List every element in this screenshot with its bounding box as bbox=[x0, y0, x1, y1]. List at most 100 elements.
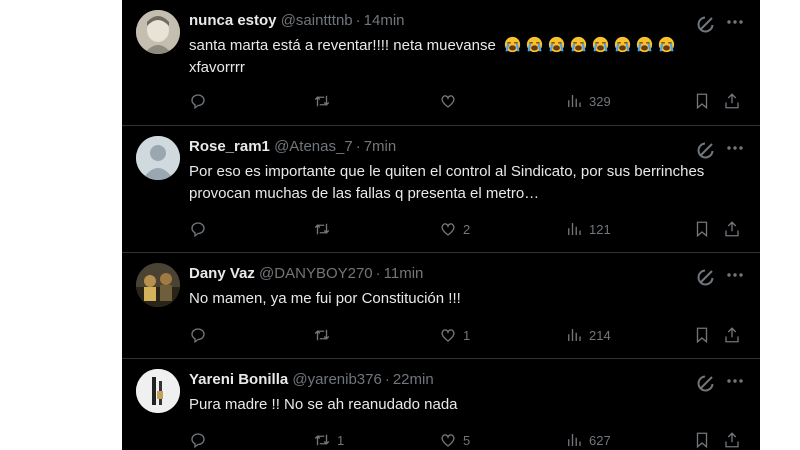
views-icon bbox=[568, 434, 581, 446]
action-bar: 329 bbox=[189, 90, 749, 112]
avatar[interactable] bbox=[136, 369, 180, 413]
tweet-item[interactable]: nunca estoy @saintttnb · 14min santa marta… bbox=[122, 0, 760, 126]
share-icon bbox=[725, 432, 739, 448]
crying-emoji-icon bbox=[658, 36, 675, 53]
reply-feed: nunca estoy @saintttnb · 14min santa marta… bbox=[122, 0, 760, 450]
reply-button[interactable] bbox=[189, 429, 213, 450]
tweet-header: nunca estoy @saintttnb · 14min bbox=[189, 12, 405, 29]
display-name[interactable]: Dany Vaz bbox=[189, 265, 255, 282]
bookmark-button[interactable] bbox=[693, 324, 711, 346]
reply-button[interactable] bbox=[189, 218, 213, 240]
avatar[interactable] bbox=[136, 263, 180, 307]
tweet-text: santa marta está a reventar!!!! neta mue… bbox=[189, 35, 719, 79]
views-count: 627 bbox=[589, 432, 611, 448]
tweet-item[interactable]: Rose_ram1 @Atenas_7 · 7min Por eso es impo… bbox=[122, 126, 760, 253]
timestamp[interactable]: 22min bbox=[393, 371, 434, 388]
timestamp[interactable]: 14min bbox=[364, 12, 405, 29]
crying-emoji-icon bbox=[614, 36, 631, 53]
separator-dot: · bbox=[384, 371, 390, 388]
views-icon bbox=[568, 329, 581, 341]
separator-dot: · bbox=[375, 265, 381, 282]
crying-emoji-icon bbox=[548, 36, 565, 53]
bookmark-button[interactable] bbox=[693, 429, 711, 450]
share-button[interactable] bbox=[723, 324, 741, 346]
more-icon[interactable] bbox=[725, 265, 745, 285]
like-count: 2 bbox=[463, 221, 471, 237]
views-button[interactable]: 329 bbox=[565, 90, 611, 112]
more-icon[interactable] bbox=[725, 12, 745, 32]
user-handle[interactable]: @Atenas_7 bbox=[274, 138, 353, 155]
retweet-button[interactable] bbox=[313, 324, 337, 346]
views-button[interactable]: 214 bbox=[565, 324, 611, 346]
crying-emoji-icon bbox=[570, 36, 587, 53]
reply-icon bbox=[191, 328, 205, 344]
like-button[interactable]: 5 bbox=[439, 429, 470, 450]
bookmark-icon bbox=[696, 93, 708, 110]
avatar[interactable] bbox=[136, 10, 180, 54]
share-button[interactable] bbox=[723, 218, 741, 240]
like-button[interactable]: 2 bbox=[439, 218, 470, 240]
share-icon bbox=[725, 221, 739, 237]
views-count: 329 bbox=[589, 93, 611, 109]
tweet-text-line: santa marta está a reventar!!!! neta mue… bbox=[189, 37, 496, 54]
tweet-header: Rose_ram1 @Atenas_7 · 7min bbox=[189, 138, 396, 155]
retweet-count: 1 bbox=[337, 432, 345, 448]
tweet-text: Pura madre !! No se ah reanudado nada bbox=[189, 396, 458, 413]
grok-icon[interactable] bbox=[696, 267, 716, 287]
crying-emoji-icon bbox=[504, 36, 521, 53]
crying-emoji-icon bbox=[526, 36, 543, 53]
tweet-item[interactable]: Dany Vaz @DANYBOY270 · 11min No mamen, ya … bbox=[122, 253, 760, 359]
grok-icon[interactable] bbox=[696, 14, 716, 34]
like-button[interactable] bbox=[439, 90, 463, 112]
retweet-button[interactable]: 1 bbox=[313, 429, 344, 450]
action-bar: 2 121 bbox=[189, 218, 749, 240]
grok-icon[interactable] bbox=[696, 373, 716, 393]
tweet-text-line: xfavorrrr bbox=[189, 59, 245, 76]
share-button[interactable] bbox=[723, 429, 741, 450]
like-count: 1 bbox=[463, 327, 471, 343]
retweet-icon bbox=[314, 223, 330, 235]
like-icon bbox=[441, 223, 455, 236]
display-name[interactable]: Rose_ram1 bbox=[189, 138, 270, 155]
views-icon bbox=[568, 95, 581, 107]
reply-icon bbox=[191, 433, 205, 449]
views-count: 121 bbox=[589, 221, 611, 237]
retweet-button[interactable] bbox=[313, 90, 337, 112]
like-count: 5 bbox=[463, 432, 471, 448]
avatar[interactable] bbox=[136, 136, 180, 180]
separator-dot: · bbox=[355, 12, 361, 29]
grok-icon[interactable] bbox=[696, 140, 716, 160]
retweet-icon bbox=[314, 329, 330, 341]
retweet-icon bbox=[314, 95, 330, 107]
views-button[interactable]: 627 bbox=[565, 429, 611, 450]
display-name[interactable]: Yareni Bonilla bbox=[189, 371, 288, 388]
timestamp[interactable]: 7min bbox=[364, 138, 397, 155]
bookmark-icon bbox=[696, 432, 708, 449]
tweet-header: Yareni Bonilla @yarenib376 · 22min bbox=[189, 371, 434, 388]
share-button[interactable] bbox=[723, 90, 741, 112]
like-icon bbox=[441, 329, 455, 342]
retweet-button[interactable] bbox=[313, 218, 337, 240]
like-icon bbox=[441, 434, 455, 447]
more-icon[interactable] bbox=[725, 138, 745, 158]
user-handle[interactable]: @yarenib376 bbox=[292, 371, 381, 388]
reply-button[interactable] bbox=[189, 90, 213, 112]
user-handle[interactable]: @saintttnb bbox=[281, 12, 353, 29]
user-handle[interactable]: @DANYBOY270 bbox=[259, 265, 373, 282]
crying-emoji-icon bbox=[592, 36, 609, 53]
timestamp[interactable]: 11min bbox=[384, 265, 424, 282]
display-name[interactable]: nunca estoy bbox=[189, 12, 277, 29]
tweet-item[interactable]: Yareni Bonilla @yarenib376 · 22min Pura ma… bbox=[122, 359, 760, 450]
action-bar: 1 214 bbox=[189, 324, 749, 346]
more-icon[interactable] bbox=[725, 371, 745, 391]
bookmark-icon bbox=[696, 327, 708, 344]
tweet-text: No mamen, ya me fui por Constitución !!! bbox=[189, 290, 461, 307]
bookmark-button[interactable] bbox=[693, 90, 711, 112]
views-button[interactable]: 121 bbox=[565, 218, 611, 240]
bookmark-button[interactable] bbox=[693, 218, 711, 240]
bookmark-icon bbox=[696, 221, 708, 238]
crying-emoji-icon bbox=[636, 36, 653, 53]
like-button[interactable]: 1 bbox=[439, 324, 470, 346]
reply-button[interactable] bbox=[189, 324, 213, 346]
share-icon bbox=[725, 327, 739, 343]
